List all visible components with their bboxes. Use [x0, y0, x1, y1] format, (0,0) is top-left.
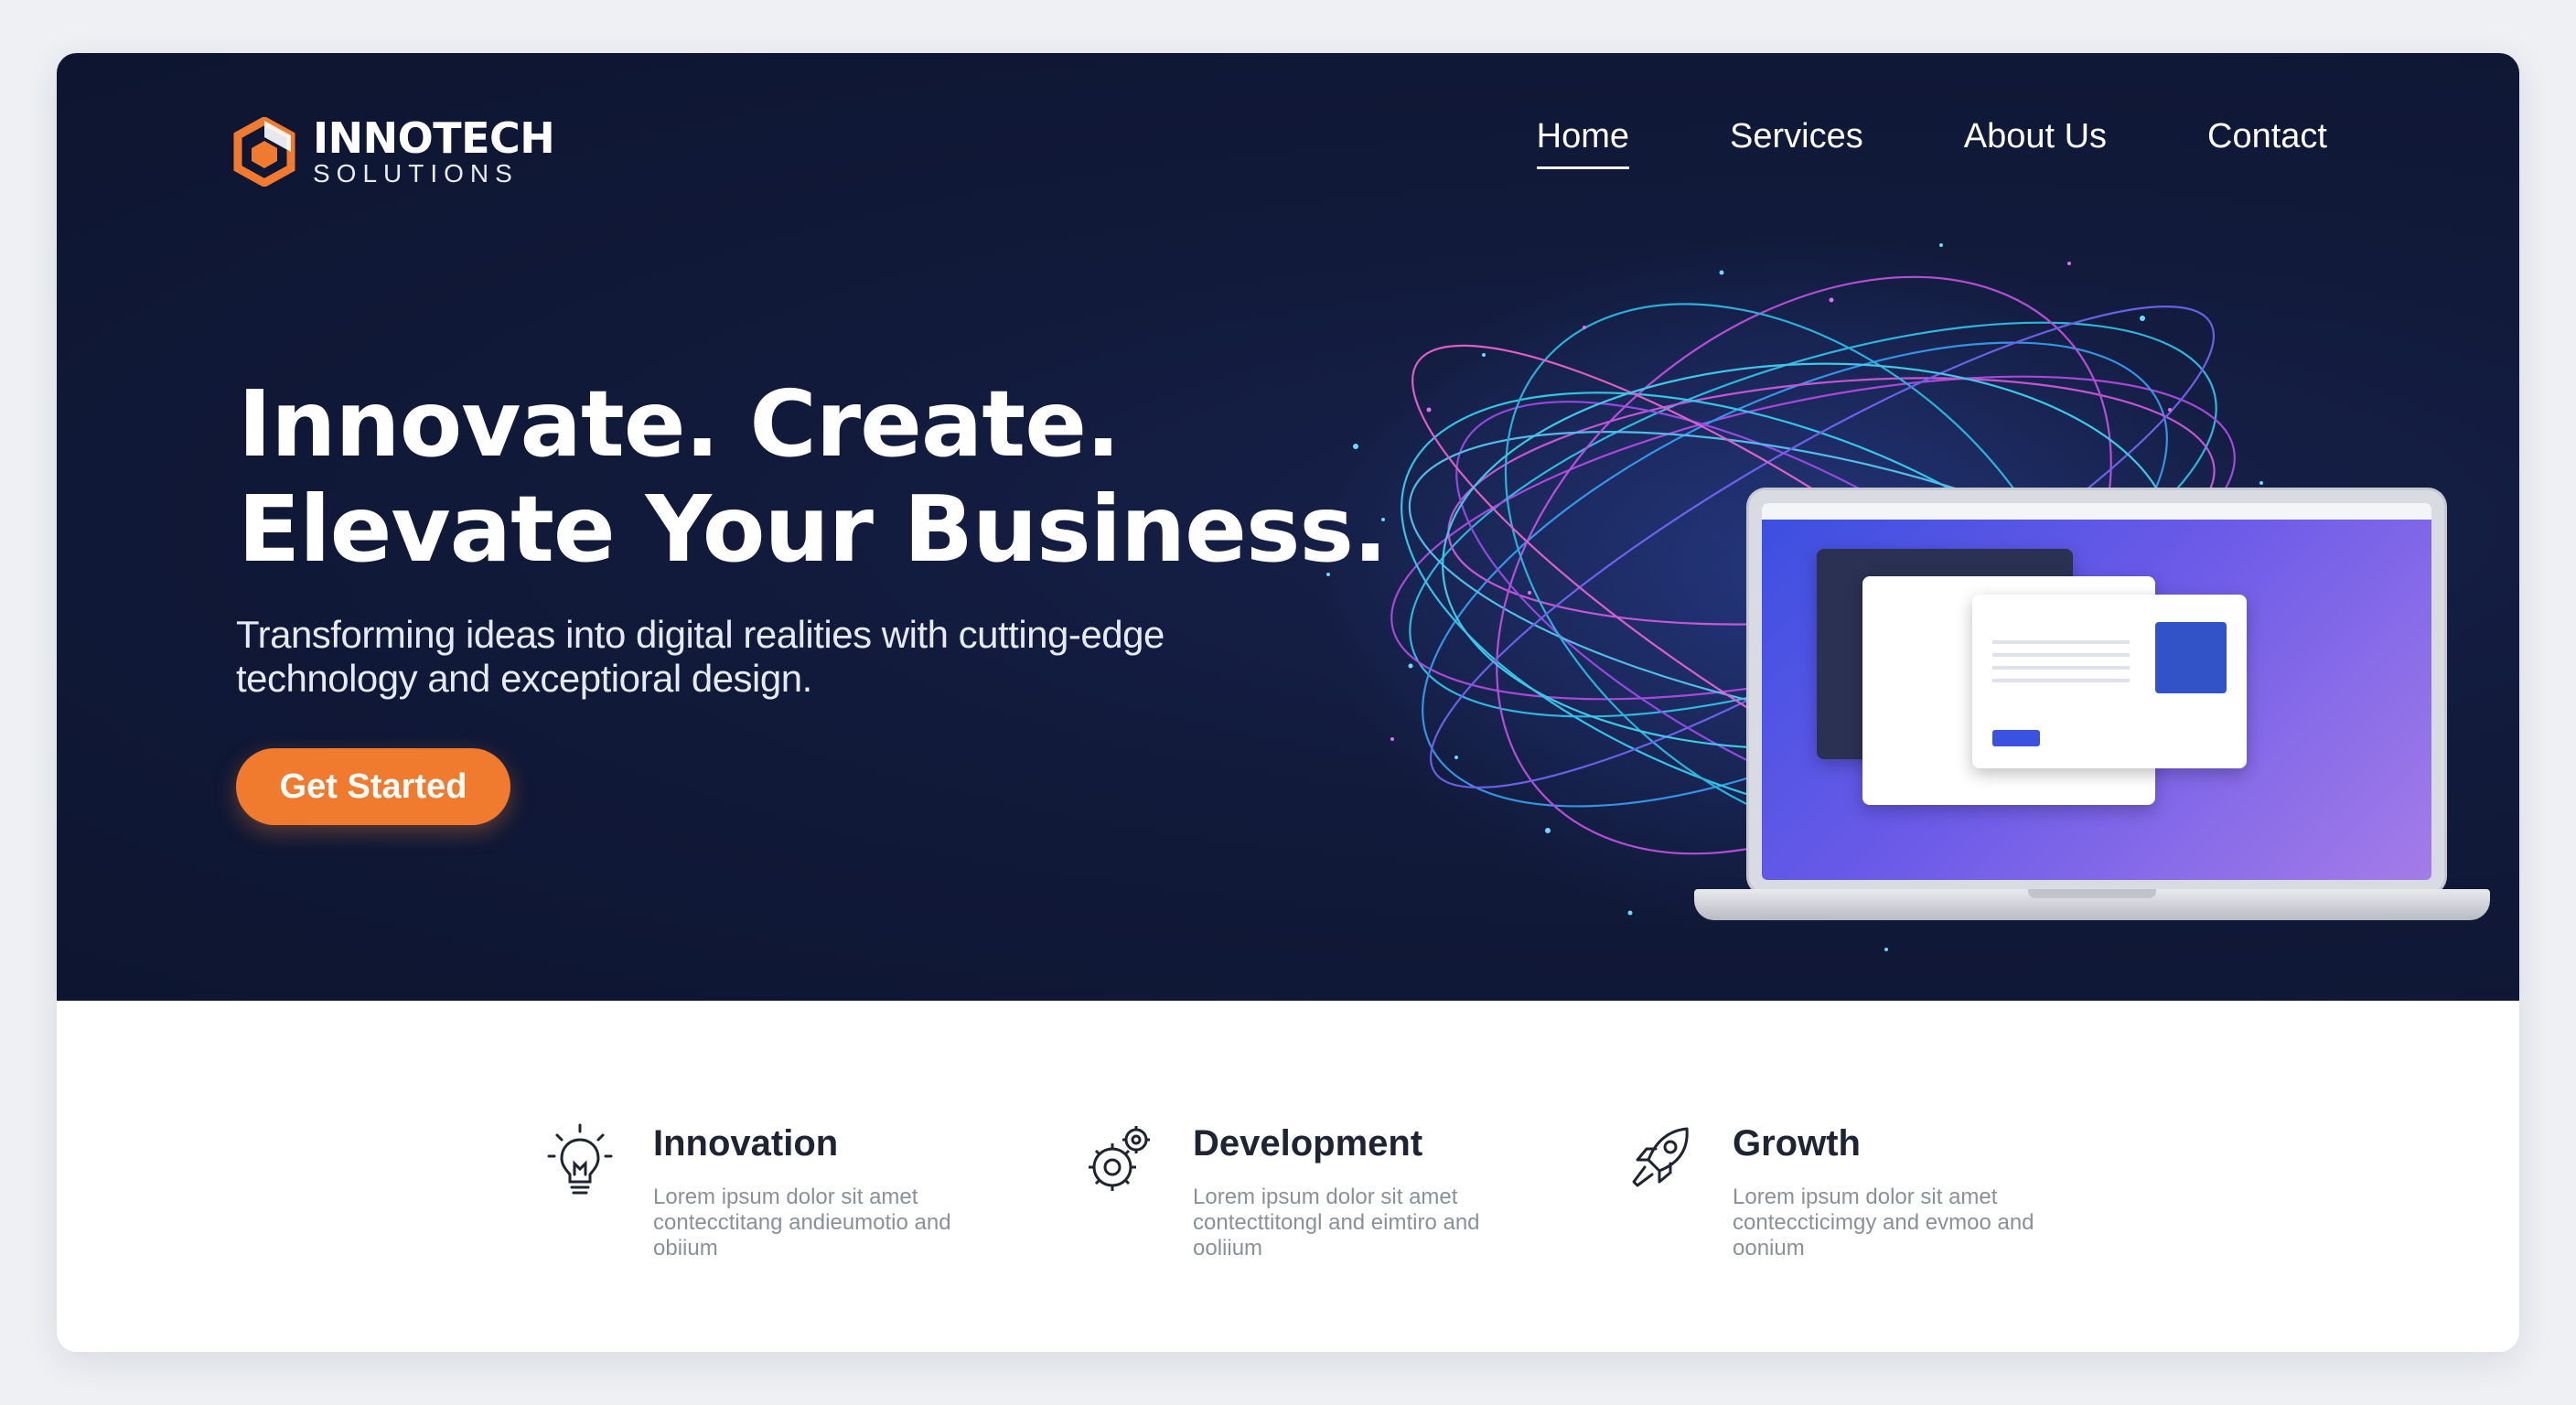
- mockup-profile-card: [2155, 622, 2227, 693]
- feature-description: Lorem ipsum dolor sit amet conteccticimg…: [1733, 1185, 2062, 1261]
- brand-name: INNOTECH: [313, 113, 555, 163]
- feature-growth: Growth Lorem ipsum dolor sit amet contec…: [1623, 1120, 2098, 1261]
- hero-subheadline: Transforming ideas into digital realitie…: [236, 613, 1288, 701]
- feature-desc-line-1: Lorem ipsum dolor sit amet: [1733, 1185, 1998, 1209]
- main-nav: Home Services About Us Contact: [1536, 117, 2327, 169]
- hero-section: INNOTECH SOLUTIONS Home Services About U…: [57, 53, 2519, 1001]
- feature-innovation: Innovation Lorem ipsum dolor sit amet co…: [543, 1120, 1019, 1261]
- browser-bar: [1762, 503, 2431, 520]
- hero-subheadline-line-1: Transforming ideas into digital realitie…: [236, 613, 1165, 656]
- feature-title: Growth: [1733, 1123, 1861, 1164]
- laptop-screen: [1749, 490, 2444, 893]
- laptop-notch: [2028, 889, 2156, 898]
- hexagon-logo-icon: [233, 117, 295, 187]
- get-started-button[interactable]: Get Started: [236, 748, 510, 825]
- feature-desc-line-3: obiium: [653, 1236, 718, 1260]
- feature-description: Lorem ipsum dolor sit amet contecttitong…: [1193, 1185, 1522, 1261]
- feature-desc-line-1: Lorem ipsum dolor sit amet: [1193, 1185, 1458, 1209]
- feature-title: Development: [1193, 1123, 1423, 1164]
- feature-title: Innovation: [653, 1123, 839, 1164]
- hero-headline-line-1: Innovate. Create.: [238, 370, 1121, 477]
- hero-subheadline-line-2: technology and exceptioral design.: [236, 657, 812, 700]
- nav-contact-link[interactable]: Contact: [2207, 117, 2327, 166]
- feature-desc-line-2: conteccticimgy and evmoo and: [1733, 1210, 2034, 1235]
- mockup-text-lines: [1992, 631, 2130, 686]
- feature-desc-line-3: oonium: [1733, 1236, 1805, 1260]
- features-section: Innovation Lorem ipsum dolor sit amet co…: [57, 1001, 2519, 1352]
- feature-desc-line-1: Lorem ipsum dolor sit amet: [653, 1185, 918, 1209]
- hero-headline: Innovate. Create. Elevate Your Business.: [238, 370, 1388, 583]
- mockup-front-window: [1972, 595, 2247, 768]
- nav-services-link[interactable]: Services: [1730, 117, 1863, 166]
- brand-tagline: SOLUTIONS: [313, 159, 519, 188]
- feature-development: Development Lorem ipsum dolor sit amet c…: [1083, 1120, 1559, 1261]
- mockup-primary-button: [1992, 730, 2040, 746]
- nav-about-link[interactable]: About Us: [1964, 117, 2107, 166]
- lightbulb-icon: [547, 1123, 613, 1195]
- feature-desc-line-2: contecttitongl and eimtiro and: [1193, 1210, 1480, 1235]
- page-card: INNOTECH SOLUTIONS Home Services About U…: [57, 53, 2519, 1352]
- brand-logo[interactable]: INNOTECH SOLUTIONS: [232, 113, 555, 188]
- rocket-icon: [1632, 1127, 1689, 1187]
- dashboard-mockup: [1762, 503, 2431, 880]
- feature-desc-line-2: contecctitang andieumotio and: [653, 1210, 951, 1235]
- hero-headline-line-2: Elevate Your Business.: [238, 476, 1388, 583]
- feature-description: Lorem ipsum dolor sit amet contecctitang…: [653, 1185, 982, 1261]
- nav-home-link[interactable]: Home: [1536, 117, 1630, 169]
- feature-desc-line-3: ooliium: [1193, 1236, 1263, 1260]
- gears-icon: [1089, 1126, 1150, 1191]
- laptop-illustration: [1694, 490, 2490, 929]
